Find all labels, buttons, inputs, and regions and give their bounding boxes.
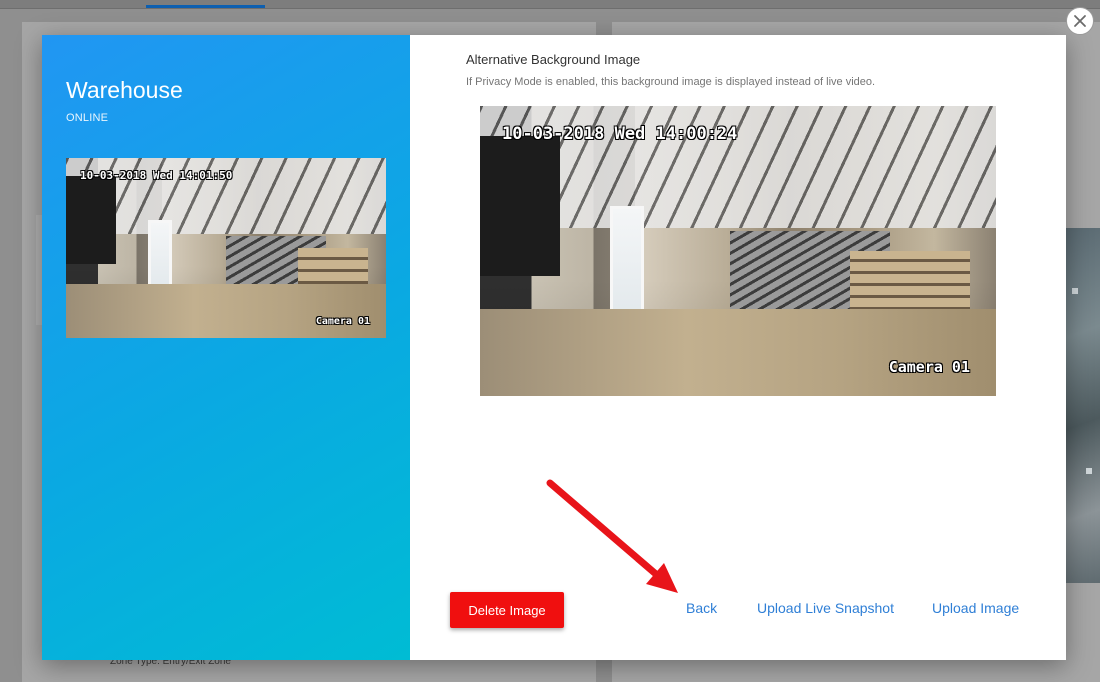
background-map-thumbnail	[1066, 228, 1100, 583]
thumbnail-timestamp: 10-03-2018 Wed 14:01:50	[80, 169, 233, 182]
thumbnail-camera-label: Camera 01	[315, 316, 370, 327]
map-marker	[1086, 468, 1092, 474]
alt-background-title: Alternative Background Image	[466, 52, 641, 67]
camera-settings-modal: Warehouse ONLINE 10-03-2018 Wed 14:01:50…	[42, 35, 1066, 660]
device-name: Warehouse	[66, 77, 183, 103]
device-status: ONLINE	[66, 112, 109, 124]
background-active-tab-indicator	[146, 5, 265, 8]
delete-image-button[interactable]: Delete Image	[450, 592, 564, 628]
upload-image-button[interactable]: Upload Image	[932, 600, 1019, 616]
device-info-panel: Warehouse ONLINE 10-03-2018 Wed 14:01:50…	[42, 35, 410, 660]
close-button[interactable]	[1066, 7, 1094, 35]
alt-background-description: If Privacy Mode is enabled, this backgro…	[466, 76, 876, 88]
upload-live-snapshot-button[interactable]: Upload Live Snapshot	[757, 600, 894, 616]
map-marker	[1072, 288, 1078, 294]
close-icon	[1074, 15, 1086, 27]
alt-background-timestamp: 10-03-2018 Wed 14:00:24	[502, 124, 738, 144]
live-thumbnail: 10-03-2018 Wed 14:01:50 Camera 01	[66, 158, 386, 338]
alt-background-image: 10-03-2018 Wed 14:00:24 Camera 01	[480, 106, 996, 396]
back-button[interactable]: Back	[686, 600, 717, 616]
alt-background-camera-label: Camera 01	[888, 358, 970, 376]
